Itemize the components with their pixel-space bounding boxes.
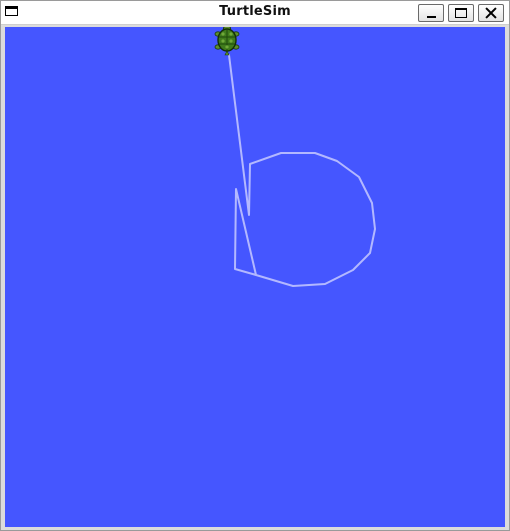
minimize-icon <box>426 15 436 18</box>
turtle-canvas[interactable] <box>5 27 505 527</box>
minimize-button[interactable] <box>418 4 444 22</box>
pen-trail <box>228 54 376 287</box>
close-icon <box>485 7 497 19</box>
turtle-icon[interactable] <box>214 27 240 56</box>
maximize-icon <box>455 8 467 18</box>
close-button[interactable] <box>478 4 504 22</box>
canvas-drawing <box>214 27 376 287</box>
title-bar[interactable]: TurtleSim <box>1 1 509 25</box>
turtlesim-window: TurtleSim <box>0 0 510 531</box>
maximize-button[interactable] <box>448 4 474 22</box>
